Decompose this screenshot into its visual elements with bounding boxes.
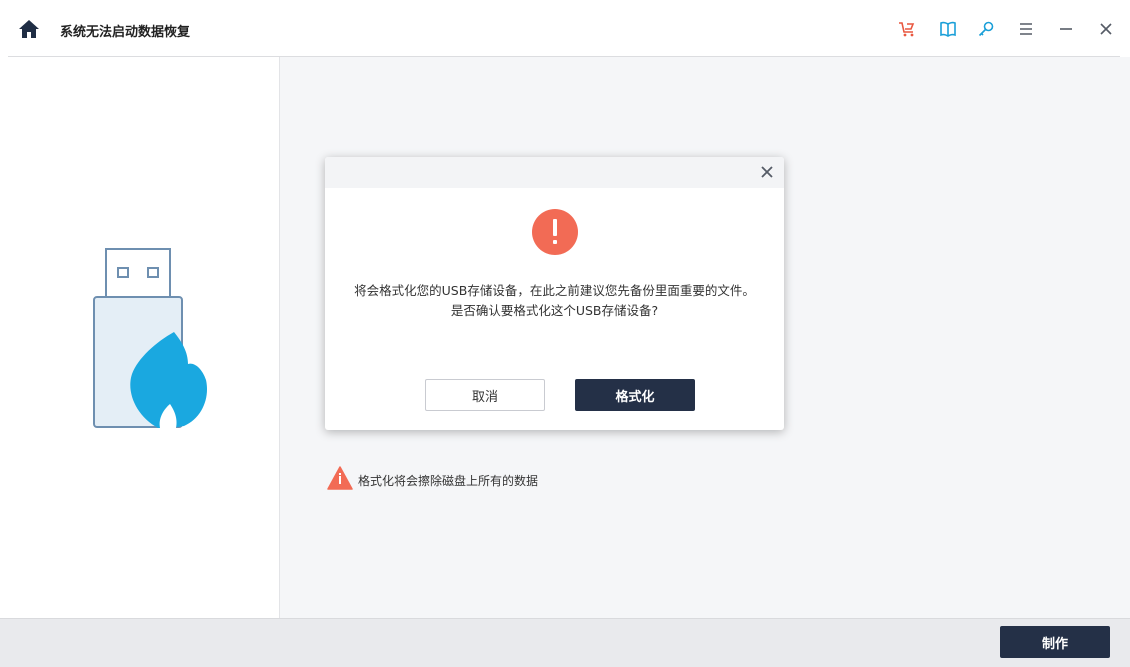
alert-icon bbox=[532, 209, 578, 255]
dialog-close-icon[interactable] bbox=[760, 165, 774, 179]
cart-icon[interactable] bbox=[898, 20, 916, 38]
home-icon[interactable] bbox=[18, 19, 40, 39]
cancel-button[interactable]: 取消 bbox=[425, 379, 545, 411]
book-icon[interactable] bbox=[939, 20, 957, 38]
key-icon[interactable] bbox=[977, 20, 995, 38]
dialog-message: 将会格式化您的USB存储设备，在此之前建议您先备份里面重要的文件。是否确认要格式… bbox=[354, 283, 755, 318]
usb-drive-icon bbox=[93, 248, 208, 428]
menu-icon[interactable] bbox=[1017, 20, 1035, 38]
dialog-header bbox=[325, 157, 784, 188]
format-confirm-dialog: 将会格式化您的USB存储设备，在此之前建议您先备份里面重要的文件。是否确认要格式… bbox=[325, 157, 784, 430]
close-icon[interactable] bbox=[1097, 20, 1115, 38]
app-title: 系统无法启动数据恢复 bbox=[60, 25, 191, 40]
warning-text: 格式化将会擦除磁盘上所有的数据 bbox=[358, 474, 539, 488]
minimize-icon[interactable] bbox=[1057, 20, 1075, 38]
format-button[interactable]: 格式化 bbox=[575, 379, 695, 411]
title-bar: 系统无法启动数据恢复 bbox=[0, 0, 1130, 57]
warning-icon bbox=[327, 466, 353, 490]
footer-bar: 制作 bbox=[0, 618, 1130, 667]
make-button[interactable]: 制作 bbox=[1000, 626, 1110, 658]
